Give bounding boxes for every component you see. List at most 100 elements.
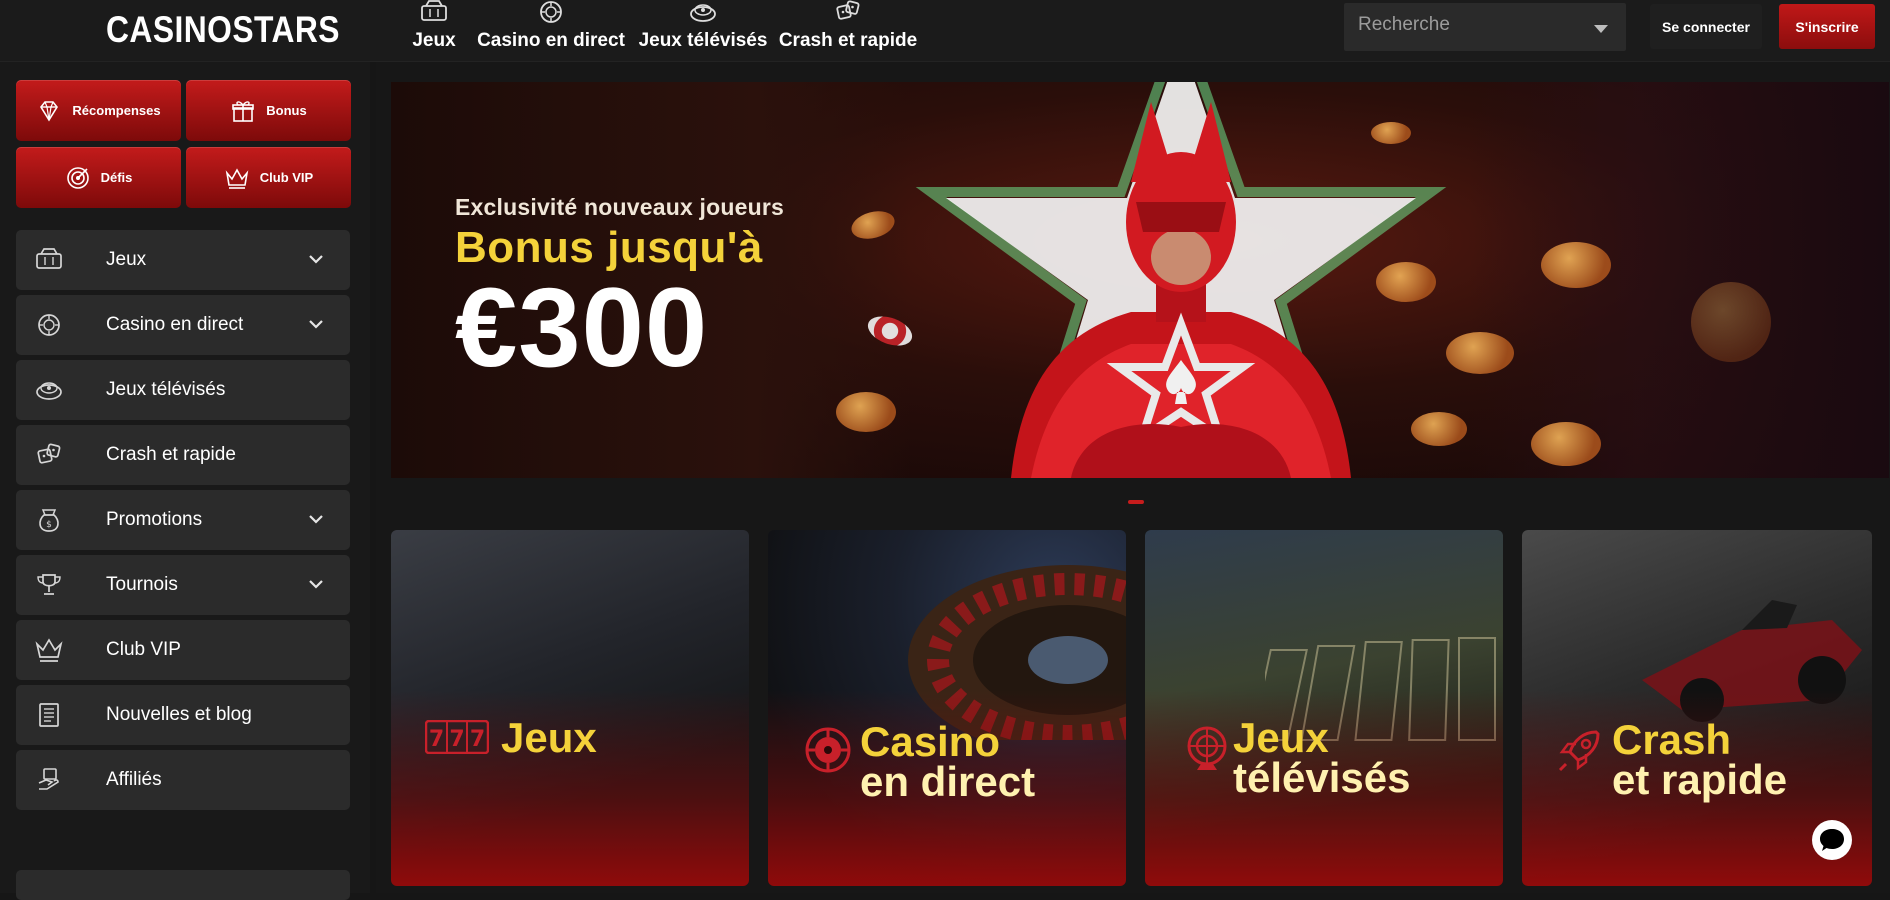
top-bar: CASINOSTARS Jeux Casino en direct Jeux t…: [0, 0, 1890, 62]
svg-text:7: 7: [429, 727, 444, 752]
search-placeholder: Recherche: [1358, 14, 1450, 35]
sidebar-item-affilies[interactable]: Affiliés: [16, 750, 350, 810]
challenges-button[interactable]: Défis: [16, 147, 181, 208]
bonus-label: Bonus: [266, 103, 307, 118]
chevron-down-icon: [309, 320, 323, 329]
card-title-line2: télévisés: [1233, 753, 1411, 801]
affiliate-icon: [38, 768, 59, 790]
chat-button[interactable]: [1812, 820, 1852, 860]
card-title-line2: en direct: [860, 757, 1036, 805]
hero-amount: €300: [455, 265, 709, 390]
logo[interactable]: CASINOSTARS: [34, 2, 340, 58]
coin-decoration: [1446, 332, 1514, 374]
chat-icon: [1820, 829, 1844, 851]
coin-decoration: [1691, 282, 1771, 362]
sidebar-item-crash-et-rapide[interactable]: Crash et rapide: [16, 425, 350, 485]
topnav-jeux[interactable]: Jeux: [406, 0, 462, 60]
card-title: Jeux: [501, 717, 597, 759]
coin-decoration: [836, 392, 896, 432]
search-select[interactable]: Recherche: [1344, 3, 1626, 51]
diamond-icon: [40, 100, 59, 122]
signup-button[interactable]: S'inscrire: [1779, 4, 1875, 49]
game-show-icon: [690, 4, 716, 22]
sidebar-item-more[interactable]: [16, 870, 350, 900]
coin-decoration: [1376, 262, 1436, 302]
game-show-icon: [36, 382, 62, 400]
coin-decoration: [1531, 422, 1601, 466]
chevron-down-icon: [309, 255, 323, 264]
sidebar-item-promotions[interactable]: $ Promotions: [16, 490, 350, 550]
roulette-chip-icon: [540, 1, 562, 23]
sidebar-item-label: Tournois: [106, 574, 178, 595]
slot-machine-icon: [421, 0, 447, 21]
topnav-casino-en-direct[interactable]: Casino en direct: [476, 0, 626, 60]
chevron-down-icon: [309, 515, 323, 524]
hero-subtitle: Exclusivité nouveaux joueurs: [455, 194, 784, 220]
club-vip-button[interactable]: Club VIP: [186, 147, 351, 208]
category-card-casino-en-direct[interactable]: Casino en direct: [768, 530, 1126, 886]
topnav-label: Crash et rapide: [778, 30, 918, 51]
challenges-label: Défis: [100, 170, 133, 185]
caret-down-icon: [1594, 25, 1608, 33]
777-slot-icon: 777: [425, 720, 489, 754]
sidebar-item-label: Crash et rapide: [106, 444, 236, 465]
sidebar-item-label: Jeux télévisés: [106, 379, 226, 400]
topnav-crash-et-rapide[interactable]: Crash et rapide: [778, 0, 918, 60]
category-card-jeux-televises[interactable]: Jeux télévisés: [1145, 530, 1503, 886]
svg-text:7: 7: [470, 727, 485, 752]
main-content: Exclusivité nouveaux joueurs Bonus jusqu…: [376, 62, 1890, 893]
sidebar-item-club-vip[interactable]: Club VIP: [16, 620, 350, 680]
crown-icon: [225, 167, 249, 189]
wheel-of-fortune-icon: [1187, 726, 1227, 770]
sidebar-item-label: Promotions: [106, 509, 203, 530]
sidebar-item-jeux-televises[interactable]: Jeux télévisés: [16, 360, 350, 420]
chevron-down-icon: [309, 580, 323, 589]
sidebar-item-tournois[interactable]: Tournois: [16, 555, 350, 615]
login-button[interactable]: Se connecter: [1650, 4, 1762, 49]
slot-machine-icon: [36, 248, 62, 269]
topnav-label: Jeux: [412, 30, 456, 51]
top-nav: Jeux Casino en direct Jeux télévisés Cra…: [400, 0, 918, 60]
money-bag-icon: $: [39, 509, 59, 532]
sidebar-item-nouvelles-et-blog[interactable]: Nouvelles et blog: [16, 685, 350, 745]
coin-decoration: [1411, 412, 1467, 446]
topnav-label: Casino en direct: [477, 30, 625, 51]
dice-icon: [37, 443, 61, 464]
gift-icon: [232, 100, 255, 122]
sidebar-item-label: Jeux: [106, 249, 147, 270]
sidebar-item-label: Nouvelles et blog: [106, 704, 252, 725]
sidebar-item-jeux[interactable]: Jeux: [16, 230, 350, 290]
dice-icon: [836, 0, 860, 20]
sidebar-item-casino-en-direct[interactable]: Casino en direct: [16, 295, 350, 355]
card-title: Crash et rapide: [1612, 719, 1788, 803]
hero-text: Exclusivité nouveaux joueurs Bonus jusqu…: [455, 194, 784, 387]
club-vip-label: Club VIP: [259, 170, 314, 185]
sidebar-item-label: Casino en direct: [106, 314, 244, 335]
topnav-label: Jeux télévisés: [638, 30, 768, 51]
card-title-line2: et rapide: [1612, 755, 1788, 803]
trophy-icon: [37, 574, 61, 595]
hero-backdrop-right: [1469, 82, 1889, 478]
newspaper-icon: [39, 703, 59, 727]
rewards-button[interactable]: Récompenses: [16, 80, 181, 141]
carousel-indicator[interactable]: [1128, 500, 1144, 504]
coin-decoration: [1541, 242, 1611, 288]
category-card-jeux[interactable]: 777 Jeux: [391, 530, 749, 886]
svg-text:7: 7: [449, 727, 464, 752]
sidebar: Récompenses Bonus Défis Club VIP Jeux Ca…: [0, 62, 370, 900]
target-icon: [66, 166, 89, 189]
svg-text:$: $: [46, 520, 52, 530]
roulette-chip-icon: [38, 314, 60, 336]
rewards-label: Récompenses: [72, 103, 161, 118]
coin-decoration: [1371, 122, 1411, 144]
card-title: Casino en direct: [860, 721, 1036, 805]
crown-icon: [35, 638, 63, 662]
bonus-button[interactable]: Bonus: [186, 80, 351, 141]
sidebar-item-label: Club VIP: [106, 639, 181, 660]
brand-name: CASINOSTARS: [106, 9, 340, 50]
hero-banner[interactable]: Exclusivité nouveaux joueurs Bonus jusqu…: [391, 82, 1889, 478]
sidebar-item-label: Affiliés: [106, 769, 162, 790]
roulette-wheel-icon: [805, 727, 851, 773]
rocket-icon: [1558, 730, 1600, 772]
topnav-jeux-televises[interactable]: Jeux télévisés: [638, 0, 768, 60]
